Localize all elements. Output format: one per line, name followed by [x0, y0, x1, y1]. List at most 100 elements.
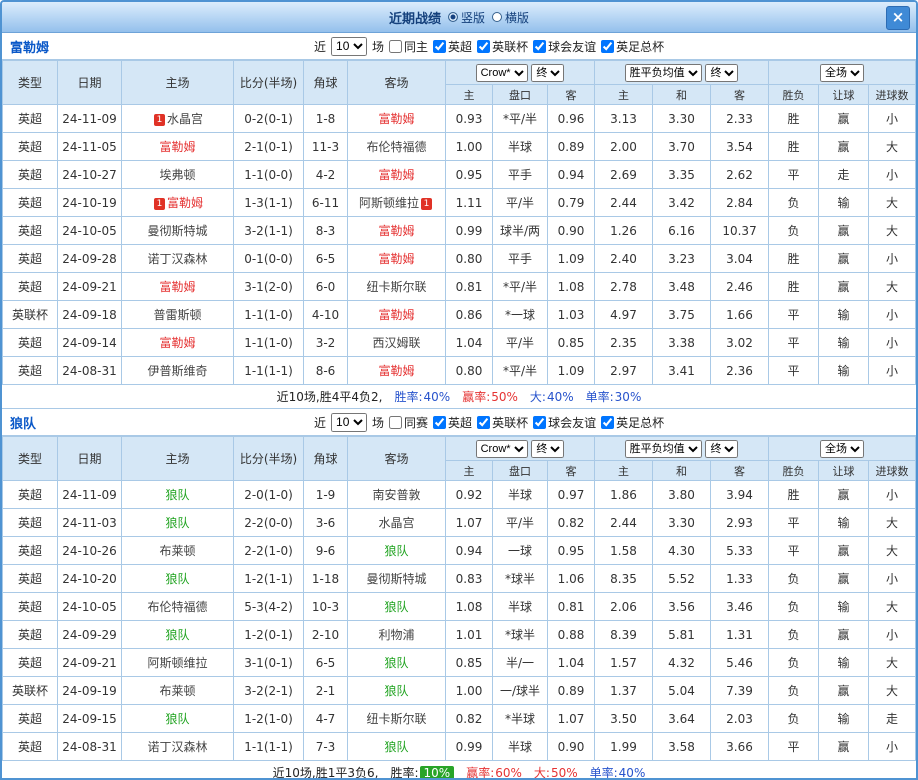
- home-team-cell[interactable]: 曼彻斯特城: [121, 216, 234, 245]
- away-team-cell[interactable]: 富勒姆: [347, 216, 446, 245]
- league-filter-checkbox[interactable]: [477, 415, 491, 429]
- team-link[interactable]: 狼队: [384, 600, 408, 614]
- team-link[interactable]: 伊普斯维奇: [147, 364, 207, 378]
- score-cell[interactable]: 0-2(0-1): [233, 104, 304, 133]
- bookmaker-select[interactable]: Crow*: [475, 439, 528, 458]
- home-team-cell[interactable]: 狼队: [121, 564, 234, 593]
- team-link[interactable]: 布莱顿: [159, 544, 195, 558]
- league-filter-checkbox[interactable]: [433, 415, 447, 429]
- away-team-cell[interactable]: 富勒姆: [347, 300, 446, 329]
- score-cell[interactable]: 3-2(1-1): [233, 216, 304, 245]
- team-link[interactable]: 埃弗顿: [159, 168, 195, 182]
- away-team-cell[interactable]: 狼队: [347, 676, 446, 705]
- home-team-cell[interactable]: 1 富勒姆: [121, 188, 234, 217]
- team-link[interactable]: 富勒姆: [167, 196, 203, 210]
- team-link[interactable]: 狼队: [165, 572, 189, 586]
- same-venue-filter[interactable]: 同主: [389, 38, 428, 55]
- away-team-cell[interactable]: 西汉姆联: [347, 328, 446, 357]
- close-button[interactable]: ×: [886, 6, 910, 30]
- team-link[interactable]: 纽卡斯尔联: [366, 280, 426, 294]
- score-cell[interactable]: 0-1(0-0): [233, 244, 304, 273]
- home-team-cell[interactable]: 富勒姆: [121, 132, 234, 161]
- score-cell[interactable]: 1-1(0-0): [233, 160, 304, 189]
- home-team-cell[interactable]: 诺丁汉森林: [121, 244, 234, 273]
- team-link[interactable]: 富勒姆: [378, 308, 414, 322]
- team-link[interactable]: 富勒姆: [378, 168, 414, 182]
- away-team-cell[interactable]: 布伦特福德: [347, 132, 446, 161]
- league-filter[interactable]: 英足总杯: [601, 414, 664, 431]
- league-filter[interactable]: 球会友谊: [533, 38, 596, 55]
- avg-type-select[interactable]: 胜平负均值: [624, 439, 702, 458]
- odds-time-select[interactable]: 终: [531, 63, 565, 82]
- scope-select[interactable]: 全场: [820, 63, 865, 82]
- away-team-cell[interactable]: 富勒姆: [347, 104, 446, 133]
- away-team-cell[interactable]: 狼队: [347, 648, 446, 677]
- home-team-cell[interactable]: 狼队: [121, 508, 234, 537]
- team-link[interactable]: 阿斯顿维拉: [359, 196, 419, 210]
- score-cell[interactable]: 1-1(1-1): [233, 732, 304, 761]
- score-cell[interactable]: 2-1(0-1): [233, 132, 304, 161]
- league-filter-checkbox[interactable]: [601, 39, 615, 53]
- odds-time-select[interactable]: 终: [531, 439, 565, 458]
- home-team-cell[interactable]: 诺丁汉森林: [121, 732, 234, 761]
- team-link[interactable]: 布伦特福德: [366, 140, 426, 154]
- score-cell[interactable]: 2-2(0-0): [233, 508, 304, 537]
- score-cell[interactable]: 1-3(1-1): [233, 188, 304, 217]
- league-filter-checkbox[interactable]: [477, 39, 491, 53]
- away-team-cell[interactable]: 纽卡斯尔联: [347, 704, 446, 733]
- team-link[interactable]: 狼队: [165, 628, 189, 642]
- team-link[interactable]: 狼队: [165, 712, 189, 726]
- away-team-cell[interactable]: 利物浦: [347, 620, 446, 649]
- team-link[interactable]: 狼队: [384, 740, 408, 754]
- home-team-cell[interactable]: 布伦特福德: [121, 592, 234, 621]
- away-team-cell[interactable]: 曼彻斯特城: [347, 564, 446, 593]
- score-cell[interactable]: 2-0(1-0): [233, 480, 304, 509]
- team-link[interactable]: 诺丁汉森林: [147, 740, 207, 754]
- score-cell[interactable]: 3-1(2-0): [233, 272, 304, 301]
- home-team-cell[interactable]: 埃弗顿: [121, 160, 234, 189]
- team-link[interactable]: 南安普敦: [372, 488, 420, 502]
- recent-count-select[interactable]: 10: [331, 36, 368, 56]
- league-filter-checkbox[interactable]: [601, 415, 615, 429]
- bookmaker-select[interactable]: Crow*: [475, 63, 528, 82]
- score-cell[interactable]: 1-2(1-0): [233, 704, 304, 733]
- away-team-cell[interactable]: 狼队: [347, 732, 446, 761]
- home-team-cell[interactable]: 富勒姆: [121, 272, 234, 301]
- away-team-cell[interactable]: 水晶宫: [347, 508, 446, 537]
- league-filter-checkbox[interactable]: [433, 39, 447, 53]
- score-cell[interactable]: 1-1(1-0): [233, 328, 304, 357]
- team-link[interactable]: 富勒姆: [378, 252, 414, 266]
- team-link[interactable]: 西汉姆联: [372, 336, 420, 350]
- avg-time-select[interactable]: 终: [705, 439, 739, 458]
- same-competition-filter[interactable]: 同赛: [389, 414, 428, 431]
- home-team-cell[interactable]: 布莱顿: [121, 536, 234, 565]
- away-team-cell[interactable]: 富勒姆: [347, 160, 446, 189]
- league-filter[interactable]: 英超: [433, 38, 472, 55]
- league-filter[interactable]: 英足总杯: [601, 38, 664, 55]
- away-team-cell[interactable]: 狼队: [347, 536, 446, 565]
- team-link[interactable]: 水晶宫: [378, 516, 414, 530]
- team-link[interactable]: 阿斯顿维拉: [147, 656, 207, 670]
- team-link[interactable]: 狼队: [384, 656, 408, 670]
- layout-radio-vertical[interactable]: 竖版: [447, 9, 485, 26]
- team-link[interactable]: 布伦特福德: [147, 600, 207, 614]
- team-link[interactable]: 布莱顿: [159, 684, 195, 698]
- away-team-cell[interactable]: 阿斯顿维拉 1: [347, 188, 446, 217]
- away-team-cell[interactable]: 南安普敦: [347, 480, 446, 509]
- home-team-cell[interactable]: 富勒姆: [121, 328, 234, 357]
- score-cell[interactable]: 3-1(0-1): [233, 648, 304, 677]
- home-team-cell[interactable]: 伊普斯维奇: [121, 356, 234, 385]
- score-cell[interactable]: 1-1(1-1): [233, 356, 304, 385]
- away-team-cell[interactable]: 狼队: [347, 592, 446, 621]
- league-filter[interactable]: 英联杯: [477, 38, 528, 55]
- score-cell[interactable]: 1-1(1-0): [233, 300, 304, 329]
- away-team-cell[interactable]: 富勒姆: [347, 356, 446, 385]
- layout-radio-horizontal[interactable]: 横版: [492, 9, 529, 26]
- team-link[interactable]: 富勒姆: [159, 280, 195, 294]
- home-team-cell[interactable]: 狼队: [121, 620, 234, 649]
- team-link[interactable]: 水晶宫: [167, 112, 203, 126]
- score-cell[interactable]: 1-2(0-1): [233, 620, 304, 649]
- team-link[interactable]: 狼队: [384, 684, 408, 698]
- league-filter[interactable]: 球会友谊: [533, 414, 596, 431]
- team-link[interactable]: 曼彻斯特城: [366, 572, 426, 586]
